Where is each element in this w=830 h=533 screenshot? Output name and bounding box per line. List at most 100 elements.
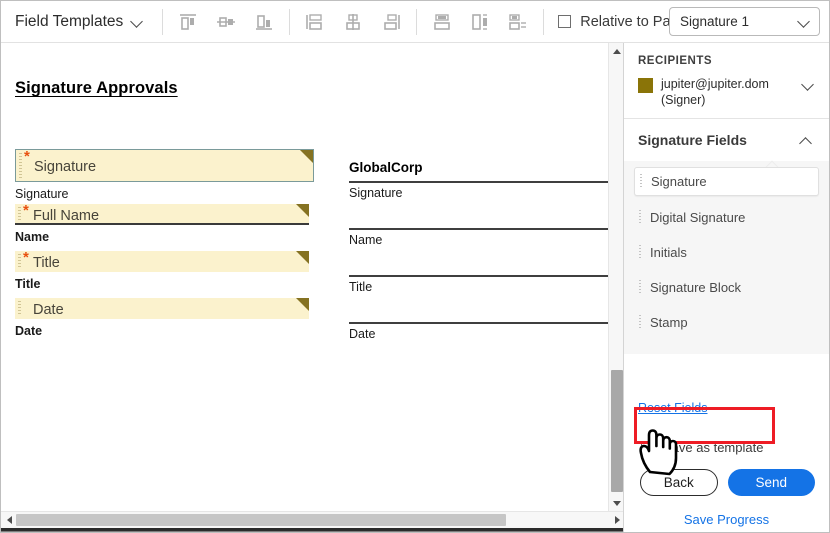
line-label-date: Date	[349, 327, 376, 341]
field-corner-icon	[296, 251, 309, 264]
line-label-name: Name	[349, 233, 383, 247]
drag-handle-icon[interactable]	[19, 153, 22, 178]
field-item-label: Signature Block	[650, 280, 742, 295]
align-top-button[interactable]	[171, 7, 205, 37]
vertical-scroll-thumb[interactable]	[611, 370, 623, 492]
drag-handle-icon[interactable]	[18, 254, 21, 269]
field-item-label: Stamp	[650, 315, 688, 330]
align-top-icon	[180, 13, 197, 30]
triangle-down-icon	[613, 500, 621, 506]
field-templates-menu[interactable]: Field Templates	[1, 1, 156, 42]
drag-handle-icon[interactable]	[639, 245, 641, 260]
drag-handle-icon[interactable]	[639, 210, 641, 225]
field-item-label: Initials	[650, 245, 687, 260]
form-field-title[interactable]: * Title	[15, 251, 309, 272]
document-title: Signature Approvals	[15, 79, 178, 97]
recipient-select-value: Signature 1	[680, 14, 750, 29]
recipient-color-swatch	[638, 78, 653, 93]
same-size-icon	[509, 13, 527, 30]
same-size-button[interactable]	[501, 7, 535, 37]
document-page: Signature Approvals Client GlobalCorp * …	[1, 43, 608, 511]
distribute-horizontal-icon	[434, 13, 451, 30]
distribute-horizontal-button[interactable]	[425, 7, 459, 37]
field-item-label: Signature	[651, 174, 707, 189]
toolbar-divider	[162, 8, 164, 35]
signature-field-editor-window: Field Templates Relative to Page Signatu…	[0, 0, 830, 533]
document-viewport[interactable]: Signature Approvals Client GlobalCorp * …	[1, 43, 625, 532]
align-bottom-button[interactable]	[247, 7, 281, 37]
signature-fields-header[interactable]: Signature Fields	[624, 119, 829, 161]
action-buttons: Back Send	[638, 469, 815, 496]
align-middle-horizontal-button[interactable]	[209, 7, 243, 37]
chevron-up-icon[interactable]	[800, 134, 813, 147]
checkbox-box-icon	[641, 440, 654, 454]
recipient-email: jupiter@jupiter.dom	[661, 77, 769, 91]
signature-fields-heading: Signature Fields	[638, 132, 747, 148]
reset-fields-link[interactable]: Reset Fields	[638, 401, 707, 415]
save-progress-link[interactable]: Save Progress	[638, 512, 815, 527]
top-toolbar: Field Templates Relative to Page Signatu…	[1, 1, 829, 43]
field-templates-label: Field Templates	[15, 12, 124, 30]
triangle-left-icon	[6, 516, 12, 524]
toolbar-divider-3	[416, 8, 418, 35]
recipient-select[interactable]: Signature 1	[669, 7, 820, 36]
send-button[interactable]: Send	[727, 469, 815, 496]
recipient-role: (Signer)	[661, 93, 706, 107]
field-corner-icon	[300, 150, 313, 163]
drag-handle-icon[interactable]	[18, 207, 21, 222]
save-as-template-label: Save as template	[663, 439, 764, 455]
drag-handle-icon[interactable]	[639, 315, 641, 330]
field-corner-icon	[296, 298, 309, 311]
chevron-down-icon[interactable]	[802, 78, 815, 91]
form-field-signature[interactable]: * Signature	[15, 149, 314, 182]
same-width-icon	[472, 13, 488, 30]
scroll-left-button[interactable]	[1, 512, 17, 528]
recipient-row[interactable]: jupiter@jupiter.dom (Signer)	[638, 76, 815, 108]
align-center-vertical-button[interactable]	[336, 7, 370, 37]
form-field-placeholder: Signature	[34, 158, 97, 175]
chevron-down-icon	[131, 15, 144, 28]
field-corner-icon	[296, 204, 309, 217]
form-field-placeholder: Title	[33, 254, 60, 271]
column-heading-globalcorp: GlobalCorp	[349, 160, 423, 175]
document-horizontal-scrollbar[interactable]	[1, 511, 625, 528]
triangle-up-icon	[613, 48, 621, 54]
relative-to-page-checkbox[interactable]: Relative to Page	[558, 14, 687, 30]
panel-footer: Reset Fields Save as template Back Send …	[624, 393, 829, 527]
align-left-button[interactable]	[298, 7, 332, 37]
form-field-date[interactable]: Date	[15, 298, 309, 319]
right-side-panel: RECIPIENTS jupiter@jupiter.dom (Signer) …	[623, 43, 829, 532]
field-item-signature[interactable]: Signature	[634, 167, 819, 196]
recipients-heading: RECIPIENTS	[638, 55, 713, 67]
same-width-button[interactable]	[463, 7, 497, 37]
back-button[interactable]: Back	[640, 469, 718, 496]
field-underline	[15, 223, 309, 225]
align-center-vertical-icon	[346, 13, 361, 30]
form-field-full-name[interactable]: * Full Name	[15, 204, 309, 225]
line-label-signature: Signature	[349, 186, 403, 200]
field-item-stamp[interactable]: Stamp	[634, 309, 819, 336]
align-right-button[interactable]	[374, 7, 408, 37]
form-field-placeholder: Date	[33, 301, 64, 318]
drag-handle-icon[interactable]	[639, 280, 641, 295]
field-item-digital-signature[interactable]: Digital Signature	[634, 204, 819, 231]
align-bottom-icon	[256, 14, 273, 30]
recipient-info: jupiter@jupiter.dom (Signer)	[661, 76, 794, 108]
field-label-name: Name	[15, 230, 50, 244]
field-item-signature-block[interactable]: Signature Block	[634, 274, 819, 301]
toolbar-divider-4	[543, 8, 545, 35]
form-field-placeholder: Full Name	[33, 207, 100, 224]
horizontal-scroll-thumb[interactable]	[16, 514, 506, 526]
signature-line-globalcorp-signature	[349, 181, 608, 183]
drag-handle-icon[interactable]	[640, 174, 642, 189]
checkbox-box-icon	[558, 15, 572, 28]
signature-line-globalcorp-name	[349, 228, 608, 230]
field-label-title: Title	[15, 277, 41, 291]
save-as-template-checkbox[interactable]: Save as template	[638, 437, 815, 457]
field-item-initials[interactable]: Initials	[634, 239, 819, 266]
align-right-icon	[384, 13, 401, 30]
align-middle-horizontal-icon	[217, 16, 236, 27]
required-star-icon: *	[24, 149, 30, 165]
drag-handle-icon[interactable]	[18, 301, 21, 316]
triangle-right-icon	[614, 516, 620, 524]
